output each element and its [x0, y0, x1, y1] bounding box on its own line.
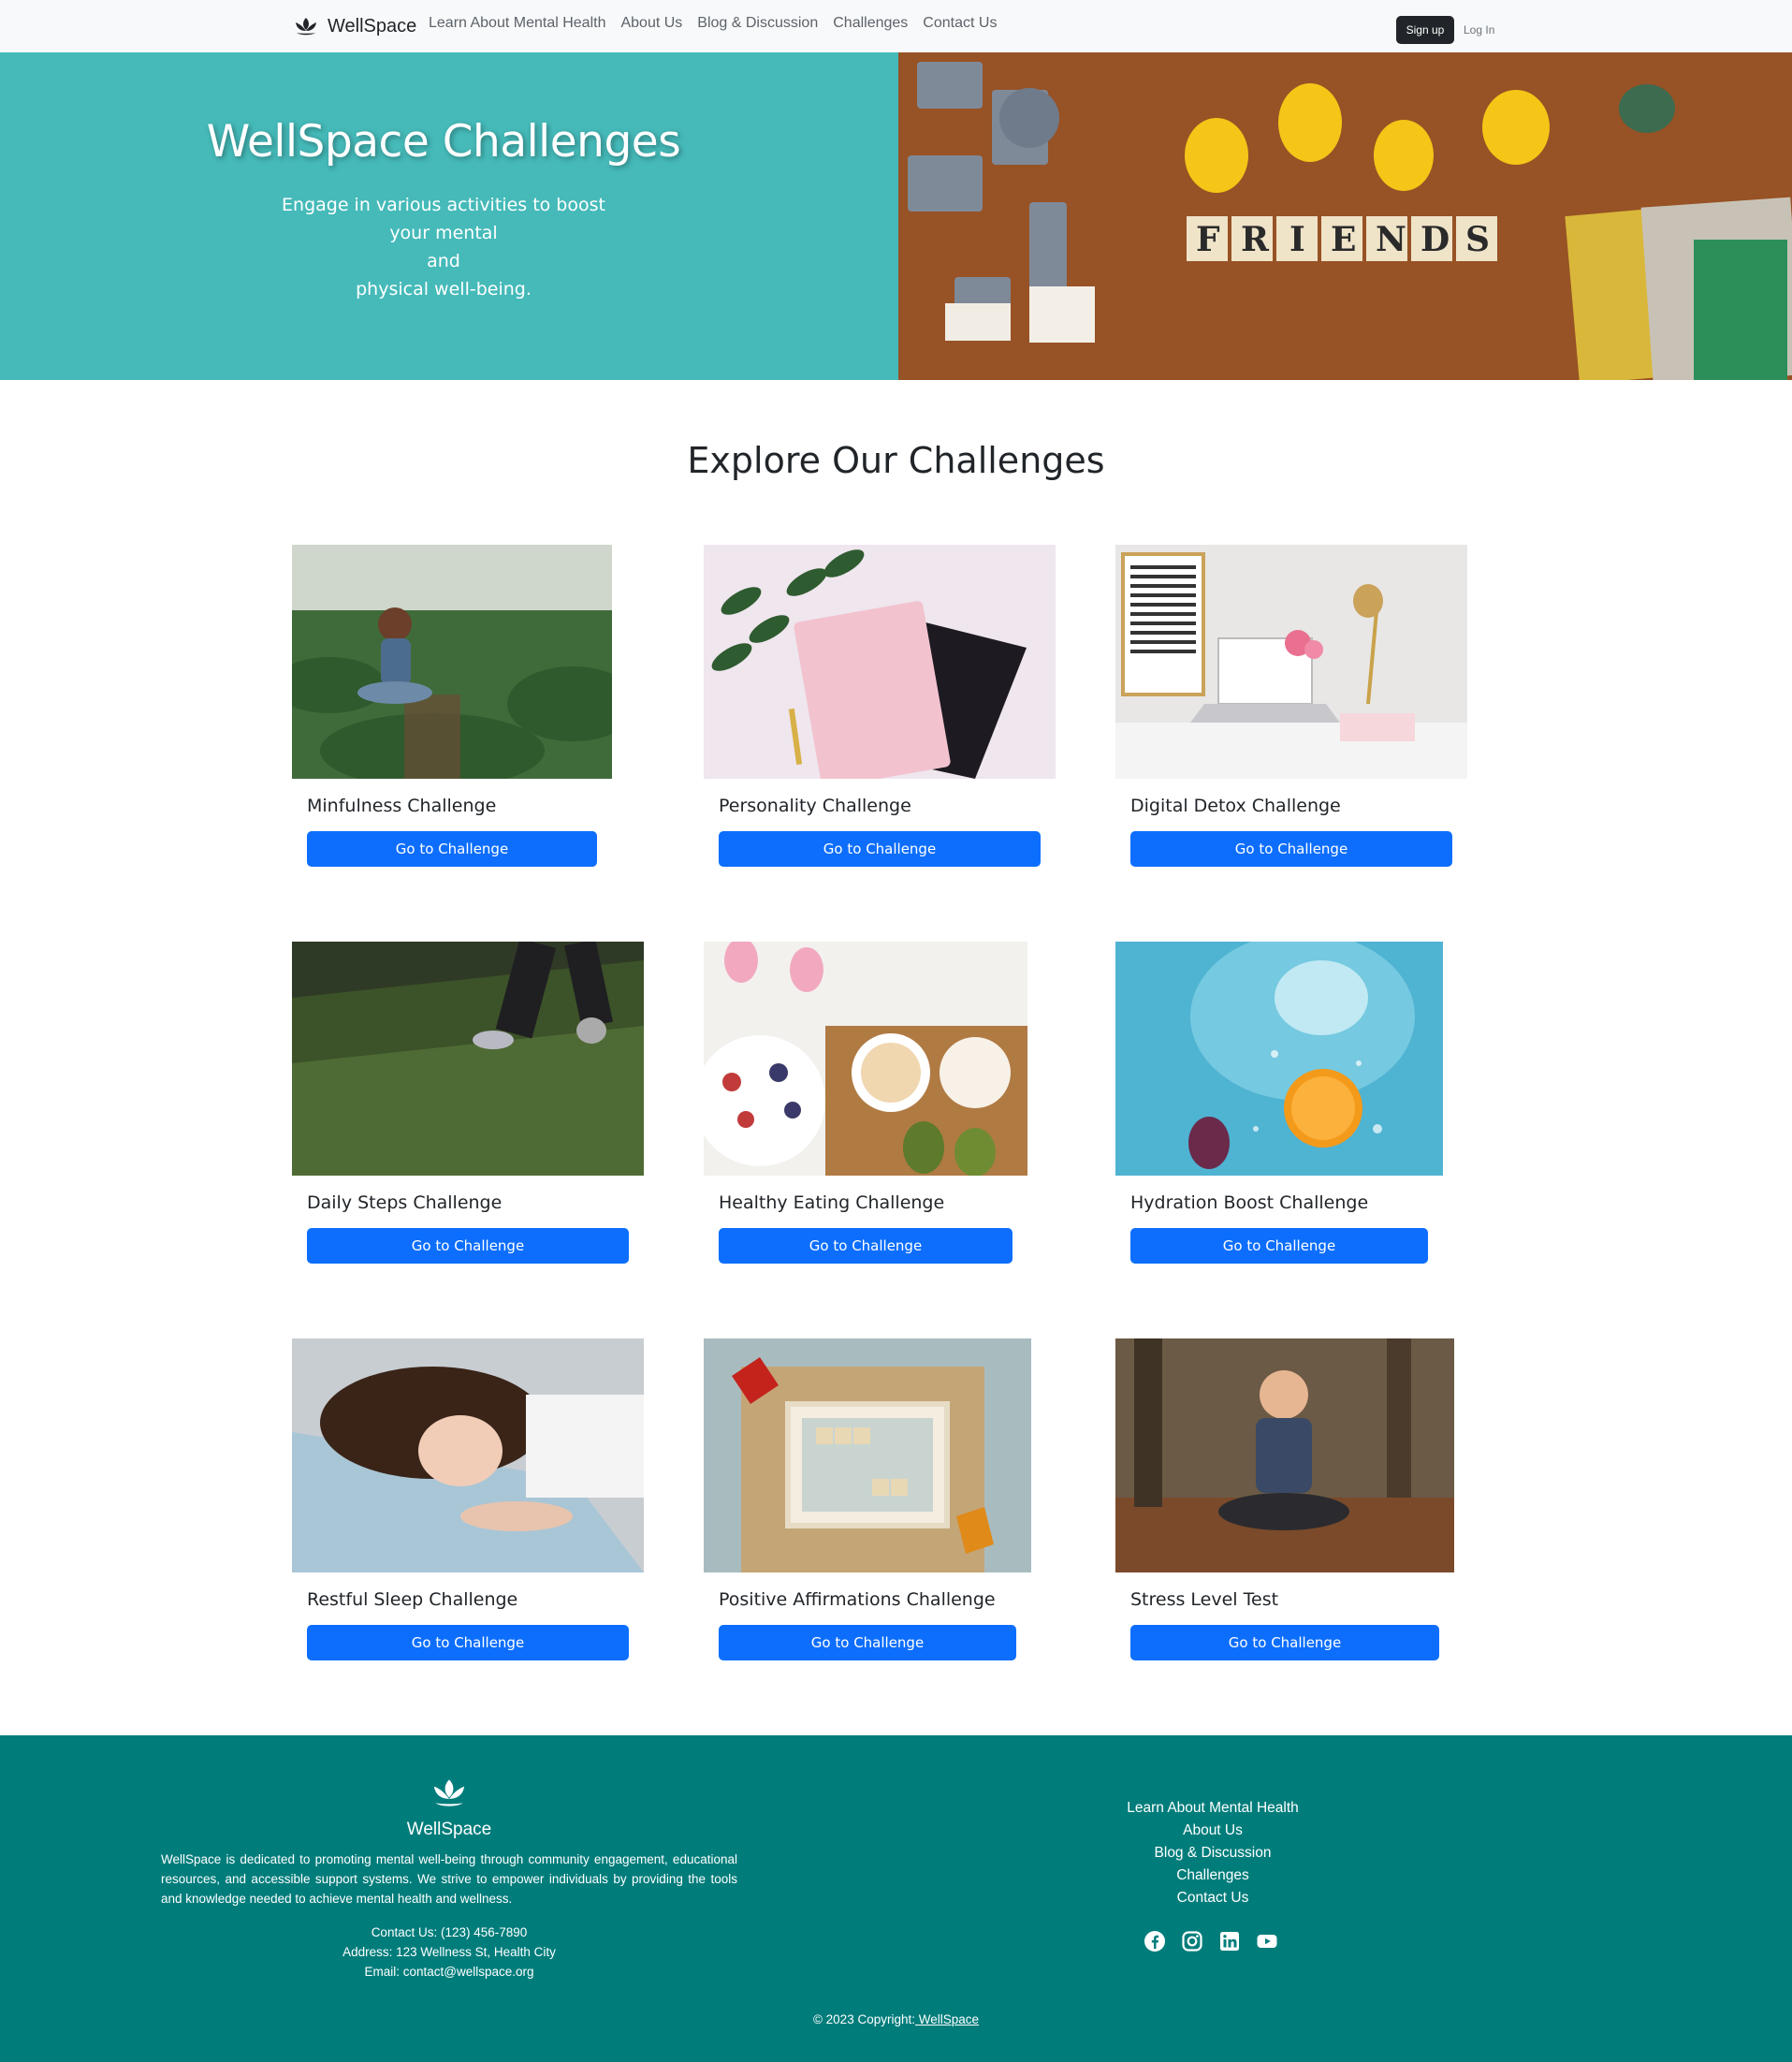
challenge-card: Digital Detox Challenge Go to Challenge — [1115, 545, 1467, 872]
go-to-challenge-button[interactable]: Go to Challenge — [1130, 1228, 1428, 1264]
challenge-card: Positive Affirmations Challenge Go to Ch… — [704, 1338, 1031, 1666]
challenge-card: Daily Steps Challenge Go to Challenge — [292, 942, 644, 1269]
footer-link-challenges[interactable]: Challenges — [1072, 1865, 1353, 1887]
footer-phone: Contact Us: (123) 456-7890 — [371, 1925, 528, 1939]
hero-subtitle-line: physical well-being. — [356, 279, 532, 300]
tile-letter: R — [1241, 220, 1270, 259]
card-image-positive-attitude — [704, 1338, 1031, 1572]
go-to-challenge-button[interactable]: Go to Challenge — [1130, 831, 1452, 867]
card-title: Restful Sleep Challenge — [307, 1589, 518, 1610]
hero-subtitle-line: Engage in various activities to boost — [282, 195, 605, 215]
copyright-brand-link[interactable]: WellSpace — [915, 2012, 979, 2026]
tile-letter: I — [1289, 220, 1305, 259]
instagram-icon[interactable] — [1181, 1930, 1203, 1952]
card-title: Minfulness Challenge — [307, 796, 497, 816]
section-title: Explore Our Challenges — [687, 440, 1105, 481]
facebook-icon[interactable] — [1144, 1930, 1166, 1952]
card-image-woman-meditating-outdoors — [1115, 1338, 1454, 1572]
footer-link-learn-mental-health[interactable]: Learn About Mental Health — [1072, 1797, 1353, 1820]
copyright: © 2023 Copyright: WellSpace — [0, 2012, 1792, 2026]
hero-subtitle-line: your mental — [389, 223, 498, 243]
card-image-fruit-in-water — [1115, 942, 1443, 1176]
hero-title: WellSpace Challenges — [206, 116, 681, 168]
signup-button[interactable]: Sign up — [1396, 16, 1454, 44]
footer-link-blog-discussion[interactable]: Blog & Discussion — [1072, 1842, 1353, 1865]
go-to-challenge-button[interactable]: Go to Challenge — [307, 831, 597, 867]
footer: WellSpace WellSpace is dedicated to prom… — [0, 1735, 1792, 2062]
nav-links: Learn About Mental Health About Us Blog … — [429, 15, 1012, 32]
hero-image-friends-tiles: F R I E N D S — [898, 52, 1792, 380]
go-to-challenge-button[interactable]: Go to Challenge — [719, 1228, 1013, 1264]
tile-letter: E — [1331, 220, 1356, 259]
go-to-challenge-button[interactable]: Go to Challenge — [307, 1228, 629, 1264]
tile-letter: S — [1465, 220, 1490, 259]
tile-letter: F — [1196, 220, 1220, 259]
card-title: Healthy Eating Challenge — [719, 1192, 945, 1213]
hero-subtitle: Engage in various activities to boost yo… — [247, 191, 640, 303]
card-image-meditation-field — [292, 545, 612, 779]
card-image-woman-sleeping — [292, 1338, 644, 1572]
card-image-laptop-desk — [1115, 545, 1467, 779]
card-image-gratitude-journal — [704, 545, 1056, 779]
linkedin-icon[interactable] — [1218, 1930, 1241, 1952]
copyright-text: © 2023 Copyright: — [812, 2012, 915, 2026]
card-title: Stress Level Test — [1130, 1589, 1279, 1610]
card-title: Hydration Boost Challenge — [1130, 1192, 1369, 1213]
go-to-challenge-button[interactable]: Go to Challenge — [719, 831, 1041, 867]
nav-contact-us[interactable]: Contact Us — [923, 15, 997, 32]
footer-address: Address: 123 Wellness St, Health City — [342, 1945, 556, 1959]
brand[interactable]: WellSpace — [292, 11, 416, 41]
challenge-card: Healthy Eating Challenge Go to Challenge — [704, 942, 1027, 1269]
brand-name: WellSpace — [328, 15, 417, 37]
card-title: Digital Detox Challenge — [1130, 796, 1341, 816]
lotus-logo-icon — [292, 12, 320, 40]
footer-description: WellSpace is dedicated to promoting ment… — [161, 1852, 737, 1906]
card-title: Personality Challenge — [719, 796, 911, 816]
go-to-challenge-button[interactable]: Go to Challenge — [1130, 1625, 1439, 1660]
card-image-healthy-breakfast — [704, 942, 1027, 1176]
challenge-card: Hydration Boost Challenge Go to Challeng… — [1115, 942, 1443, 1269]
footer-email: Email: contact@wellspace.org — [364, 1965, 534, 1979]
footer-link-about-us[interactable]: About Us — [1072, 1820, 1353, 1842]
lotus-logo-icon — [429, 1773, 470, 1814]
nav-blog-discussion[interactable]: Blog & Discussion — [697, 15, 818, 32]
card-image-walking-grass — [292, 942, 644, 1176]
card-title: Positive Affirmations Challenge — [719, 1589, 996, 1610]
footer-contact: Contact Us: (123) 456-7890 Address: 123 … — [262, 1923, 636, 1982]
go-to-challenge-button[interactable]: Go to Challenge — [307, 1625, 629, 1660]
challenge-card: Restful Sleep Challenge Go to Challenge — [292, 1338, 644, 1666]
footer-link-contact-us[interactable]: Contact Us — [1072, 1887, 1353, 1909]
challenge-card: Personality Challenge Go to Challenge — [704, 545, 1056, 872]
challenge-card: Minfulness Challenge Go to Challenge — [292, 545, 612, 872]
hero-subtitle-line: and — [427, 251, 460, 271]
social-links — [1144, 1930, 1278, 1952]
login-link[interactable]: Log In — [1464, 23, 1494, 37]
footer-brand: WellSpace — [406, 1820, 492, 1839]
nav-challenges[interactable]: Challenges — [833, 15, 908, 32]
youtube-icon[interactable] — [1256, 1930, 1278, 1952]
tile-letter: N — [1376, 220, 1406, 259]
nav-learn-mental-health[interactable]: Learn About Mental Health — [429, 15, 605, 32]
go-to-challenge-button[interactable]: Go to Challenge — [719, 1625, 1016, 1660]
challenge-card: Stress Level Test Go to Challenge — [1115, 1338, 1454, 1666]
card-title: Daily Steps Challenge — [307, 1192, 503, 1213]
tile-letter: D — [1420, 220, 1450, 259]
footer-links: Learn About Mental Health About Us Blog … — [1072, 1797, 1353, 1909]
nav-about-us[interactable]: About Us — [620, 15, 682, 32]
navbar: WellSpace Learn About Mental Health Abou… — [0, 0, 1792, 52]
